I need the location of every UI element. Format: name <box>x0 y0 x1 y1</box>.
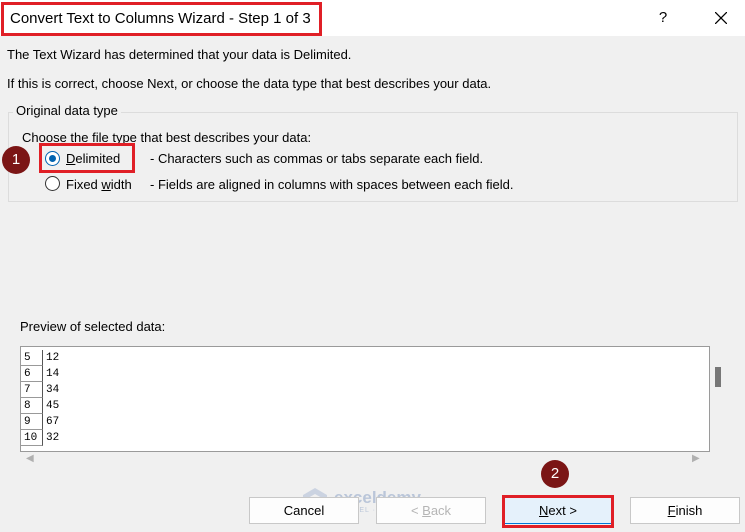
window-title: Convert Text to Columns Wizard - Step 1 … <box>1 2 322 36</box>
scroll-right-icon[interactable]: ▶ <box>692 453 700 464</box>
delimited-description: - Characters such as commas or tabs sepa… <box>150 151 484 166</box>
preview-label: Preview of selected data: <box>20 319 166 334</box>
fixed-width-label[interactable]: Fixed width <box>66 177 132 192</box>
row-number: 8 <box>21 398 43 414</box>
delimited-radio[interactable] <box>45 151 60 166</box>
row-value: 14 <box>46 368 60 380</box>
horizontal-scrollbar[interactable]: ◀ ▶ <box>20 450 708 470</box>
row-value: 45 <box>46 400 60 412</box>
close-button[interactable] <box>706 4 736 32</box>
row-value: 34 <box>46 384 60 396</box>
row-value: 12 <box>46 352 60 364</box>
group-legend: Original data type <box>13 103 121 118</box>
next-highlight <box>502 495 614 528</box>
row-number: 7 <box>21 382 43 398</box>
back-button[interactable]: < Back <box>376 497 486 524</box>
row-value: 32 <box>46 432 60 444</box>
preview-pane[interactable]: 5 12 6 14 7 34 8 45 9 67 10 32 <box>20 346 710 452</box>
delimited-label[interactable]: Delimited <box>66 151 120 166</box>
row-number: 5 <box>21 350 43 366</box>
title-bar: Convert Text to Columns Wizard - Step 1 … <box>0 0 745 36</box>
row-number: 6 <box>21 366 43 382</box>
row-number: 9 <box>21 414 43 430</box>
intro-line-2: If this is correct, choose Next, or choo… <box>7 76 492 91</box>
row-number: 10 <box>21 430 43 446</box>
close-icon <box>714 11 728 25</box>
scroll-left-icon[interactable]: ◀ <box>26 453 34 464</box>
cancel-button[interactable]: Cancel <box>249 497 359 524</box>
vertical-scrollbar-thumb[interactable] <box>715 367 721 387</box>
step-2-badge: 2 <box>541 460 569 488</box>
fixed-width-radio[interactable] <box>45 176 60 191</box>
finish-button[interactable]: Finish <box>630 497 740 524</box>
step-1-badge: 1 <box>2 146 30 174</box>
row-value: 67 <box>46 416 60 428</box>
help-button[interactable]: ? <box>648 4 678 32</box>
intro-line-1: The Text Wizard has determined that your… <box>7 47 352 62</box>
fixed-width-description: - Fields are aligned in columns with spa… <box>150 177 514 192</box>
